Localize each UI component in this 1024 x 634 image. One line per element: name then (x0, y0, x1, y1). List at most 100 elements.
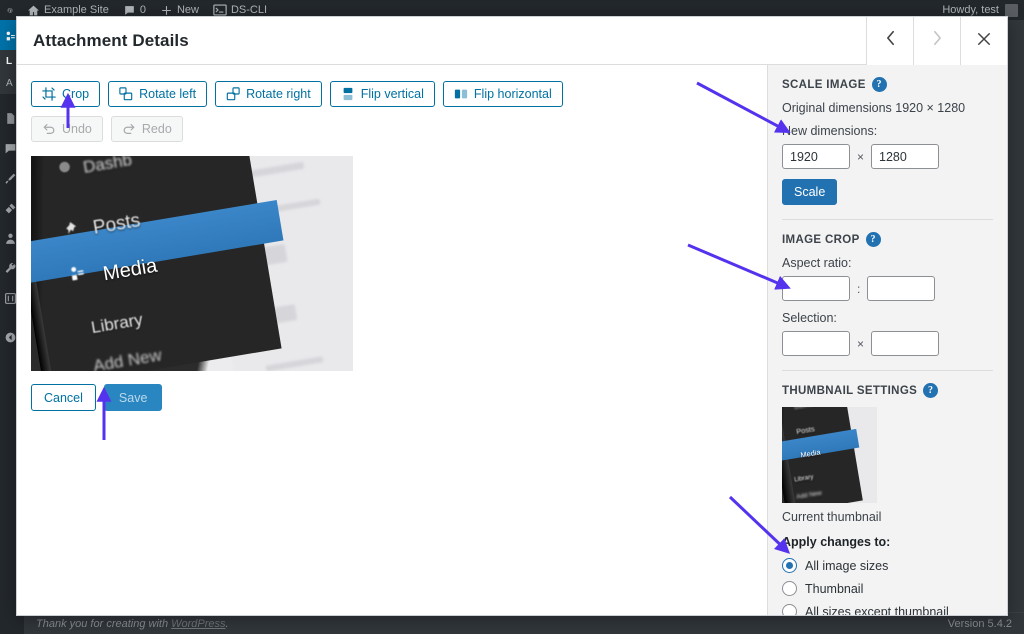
rotate-right-button[interactable]: Rotate right (215, 81, 322, 107)
image-editor-pane: Crop Rotate left (17, 65, 767, 615)
radio-thumbnail-label: Thumbnail (805, 582, 863, 596)
apply-changes-label: Apply changes to: (782, 535, 993, 549)
sidebar-divider-1 (782, 219, 993, 220)
cli-label: DS-CLI (231, 4, 267, 16)
aspect-ratio-height-input[interactable] (867, 276, 935, 301)
footer-thanks-prefix: Thank you for creating with (36, 618, 171, 630)
howdy-label: Howdy, test (942, 4, 999, 16)
rotate-left-icon (119, 87, 133, 101)
next-media-button[interactable] (913, 17, 960, 65)
help-question-icon[interactable]: ? (866, 232, 881, 247)
flip-vertical-icon (341, 87, 355, 101)
home-icon (27, 4, 40, 17)
flip-horizontal-label: Flip horizontal (474, 88, 552, 101)
flip-vertical-button[interactable]: Flip vertical (330, 81, 435, 107)
new-label: New (177, 4, 199, 16)
scale-image-title-label: SCALE IMAGE (782, 79, 866, 91)
aspect-ratio-width-input[interactable] (782, 276, 850, 301)
sidebar-divider-2 (782, 370, 993, 371)
prev-media-button[interactable] (866, 17, 913, 65)
flip-vertical-label: Flip vertical (361, 88, 424, 101)
rotate-left-label: Rotate left (139, 88, 196, 101)
terminal-icon (213, 4, 227, 16)
modal-nav-buttons (866, 17, 1007, 65)
image-preview[interactable]: Dashb Posts Media Library (31, 156, 353, 371)
flip-horizontal-icon (454, 87, 468, 101)
footer-version: Version 5.4.2 (948, 618, 1012, 630)
comment-bubble-icon (123, 4, 136, 17)
original-dimensions-text: Original dimensions 1920 × 1280 (782, 101, 993, 115)
current-thumbnail-caption: Current thumbnail (782, 510, 993, 524)
radio-all-image-sizes[interactable]: All image sizes (782, 558, 993, 573)
attachment-settings-sidebar: SCALE IMAGE ? Original dimensions 1920 ×… (767, 65, 1007, 615)
selection-width-input[interactable] (782, 331, 850, 356)
image-crop-title-label: IMAGE CROP (782, 234, 860, 246)
comments-count: 0 (140, 4, 146, 16)
modal-body: Crop Rotate left (17, 65, 1007, 615)
redo-button[interactable]: Redo (111, 116, 183, 142)
undo-button[interactable]: Undo (31, 116, 103, 142)
radio-all-sizes-except-thumbnail-label: All sizes except thumbnail (805, 605, 949, 616)
image-editor-toolbar: Crop Rotate left (31, 81, 753, 107)
aspect-ratio-label: Aspect ratio: (782, 256, 993, 270)
image-editor-history-toolbar: Undo Redo (31, 116, 753, 142)
photo-dashboard-icon (57, 159, 74, 180)
screen: Example Site 0 New DS-CLI Howdy (0, 0, 1024, 634)
scale-button[interactable]: Scale (782, 179, 837, 205)
crop-icon (42, 87, 56, 101)
chevron-right-icon (932, 30, 943, 52)
thumbnail-settings-title-label: THUMBNAIL SETTINGS (782, 385, 917, 397)
crop-button-label: Crop (62, 88, 89, 101)
rotate-right-label: Rotate right (246, 88, 311, 101)
redo-label: Redo (142, 123, 172, 136)
chevron-left-icon (885, 30, 896, 52)
radio-all-image-sizes-control[interactable] (782, 558, 797, 573)
current-thumbnail-image: Dashb Posts Media Library Add New (782, 407, 877, 503)
dimensions-separator: × (857, 150, 864, 164)
radio-all-image-sizes-label: All image sizes (805, 559, 888, 573)
selection-separator: × (857, 337, 864, 351)
rotate-right-icon (226, 87, 240, 101)
preview-photo: Dashb Posts Media Library (31, 156, 353, 371)
help-question-icon[interactable]: ? (923, 383, 938, 398)
selection-label: Selection: (782, 311, 993, 325)
radio-thumbnail-control[interactable] (782, 581, 797, 596)
radio-all-sizes-except-thumbnail[interactable]: All sizes except thumbnail (782, 604, 993, 615)
avatar (1005, 4, 1018, 17)
footer-thanks-suffix: . (226, 618, 229, 630)
new-dimensions-label: New dimensions: (782, 124, 993, 138)
plus-icon (160, 4, 173, 17)
thumbnail-photo: Dashb Posts Media Library Add New (782, 407, 877, 503)
selection-fields: × (782, 331, 993, 356)
scale-height-input[interactable] (871, 144, 939, 169)
thumbnail-settings-section-title: THUMBNAIL SETTINGS ? (782, 383, 993, 398)
radio-thumbnail[interactable]: Thumbnail (782, 581, 993, 596)
site-name-label: Example Site (44, 4, 109, 16)
editor-action-buttons: Cancel Save (31, 384, 753, 411)
aspect-ratio-fields: : (782, 276, 993, 301)
cancel-button[interactable]: Cancel (31, 384, 96, 411)
image-crop-section-title: IMAGE CROP ? (782, 232, 993, 247)
photo-media-icon (67, 263, 87, 288)
close-modal-button[interactable] (960, 17, 1007, 65)
page-title: Attachment Details (17, 31, 189, 51)
redo-icon (122, 122, 136, 136)
help-question-icon[interactable]: ? (872, 77, 887, 92)
undo-label: Undo (62, 123, 92, 136)
crop-button[interactable]: Crop (31, 81, 100, 107)
modal-header: Attachment Details (17, 17, 1007, 65)
admin-bar-account[interactable]: Howdy, test (942, 4, 1024, 17)
wordpress-link[interactable]: WordPress (171, 618, 225, 630)
radio-all-sizes-except-thumbnail-control[interactable] (782, 604, 797, 615)
close-x-icon (977, 30, 991, 52)
photo-posts-pin-icon (61, 220, 79, 242)
save-button[interactable]: Save (104, 384, 163, 411)
aspect-ratio-separator: : (857, 282, 860, 296)
selection-height-input[interactable] (871, 331, 939, 356)
flip-horizontal-button[interactable]: Flip horizontal (443, 81, 563, 107)
scale-image-section-title: SCALE IMAGE ? (782, 77, 993, 92)
scale-width-input[interactable] (782, 144, 850, 169)
new-dimensions-fields: × (782, 144, 993, 169)
attachment-details-modal: Attachment Details (16, 16, 1008, 616)
rotate-left-button[interactable]: Rotate left (108, 81, 207, 107)
